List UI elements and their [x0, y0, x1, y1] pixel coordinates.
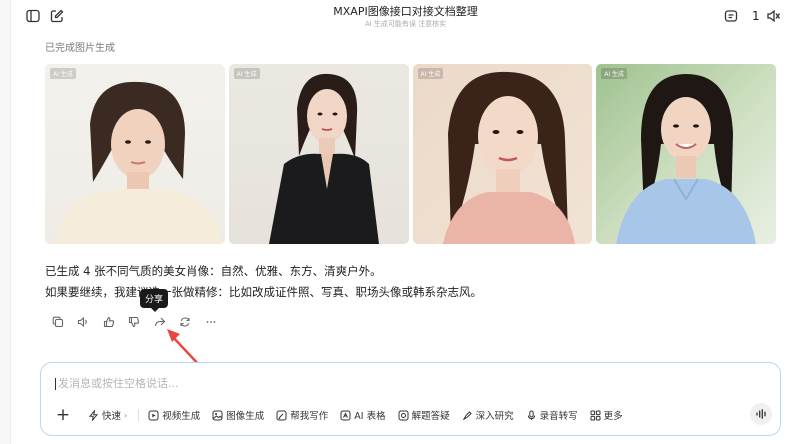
mic-icon — [526, 410, 537, 421]
image-tag: AI 生成 — [233, 68, 260, 79]
top-bar: MXAPI图像接口对接文档整理 AI 生成可能有误 注意核实 1 — [11, 0, 800, 34]
image-tag: AI 生成 — [601, 68, 628, 79]
voice-input-button[interactable] — [750, 403, 772, 425]
page-title: MXAPI图像接口对接文档整理 — [333, 5, 478, 18]
chat-count: 1 — [752, 9, 760, 23]
message-composer: 发消息或按住空格说话... + 快速 › 视频生成 图像生成 帮我写作 AI 表… — [40, 362, 781, 436]
ai-table-button[interactable]: AI 表格 — [335, 405, 390, 425]
thumbs-up-icon[interactable] — [96, 314, 122, 330]
toolbar-divider — [138, 409, 140, 421]
grid-icon — [590, 410, 601, 421]
share-tooltip: 分享 — [140, 289, 168, 312]
message-input[interactable]: 发消息或按住空格说话... — [55, 375, 179, 391]
recording-transcribe-button[interactable]: 录音转写 — [521, 405, 583, 425]
question-icon — [398, 410, 409, 421]
table-icon — [340, 410, 351, 421]
image-gallery: AI 生成 AI 生成 AI 生成 AI 生成 — [45, 64, 776, 244]
writing-help-button[interactable]: 帮我写作 — [271, 405, 333, 425]
mute-icon[interactable] — [764, 7, 782, 25]
rocket-icon — [462, 410, 473, 421]
message-line-1: 已生成 4 张不同气质的美女肖像：自然、优雅、东方、清爽户外。 — [45, 264, 382, 278]
pen-icon — [276, 410, 287, 421]
portrait-image-4[interactable]: AI 生成 — [596, 64, 776, 244]
copy-icon[interactable] — [45, 314, 71, 330]
thumbs-down-icon[interactable] — [122, 314, 148, 330]
deep-research-button[interactable]: 深入研究 — [457, 405, 519, 425]
message-line-2: 如果要继续，我建议选一张做精修：比如改成证件照、写真、职场头像或韩系杂志风。 — [45, 285, 482, 299]
video-generation-button[interactable]: 视频生成 — [143, 405, 205, 425]
image-tag: AI 生成 — [50, 68, 76, 79]
portrait-image-2[interactable]: AI 生成 — [228, 64, 409, 244]
bolt-icon — [88, 409, 99, 421]
status-text: 已完成图片生成 — [45, 43, 115, 54]
page-subtitle: AI 生成可能有误 注意核实 — [364, 20, 447, 28]
speaker-icon[interactable] — [71, 314, 97, 330]
problem-solving-button[interactable]: 解题答疑 — [393, 405, 455, 425]
attach-button[interactable]: + — [53, 405, 73, 425]
image-icon — [212, 410, 223, 421]
chat-count-icon[interactable] — [722, 7, 740, 25]
portrait-image-3[interactable]: AI 生成 — [412, 64, 593, 244]
image-generation-button[interactable]: 图像生成 — [207, 405, 269, 425]
voice-wave-icon — [756, 409, 766, 419]
left-edge-panel — [0, 0, 11, 444]
video-icon — [148, 410, 159, 421]
chat-page: MXAPI图像接口对接文档整理 AI 生成可能有误 注意核实 1 已完成图片生成… — [0, 0, 800, 444]
fast-mode-button[interactable]: 快速 › — [83, 405, 132, 425]
image-tag: AI 生成 — [417, 68, 444, 79]
more-tools-button[interactable]: 更多 — [585, 405, 628, 425]
composer-toolbar: + 快速 › 视频生成 图像生成 帮我写作 AI 表格 解题答疑 深入研究 录音… — [53, 405, 630, 425]
portrait-image-1[interactable]: AI 生成 — [45, 64, 225, 244]
